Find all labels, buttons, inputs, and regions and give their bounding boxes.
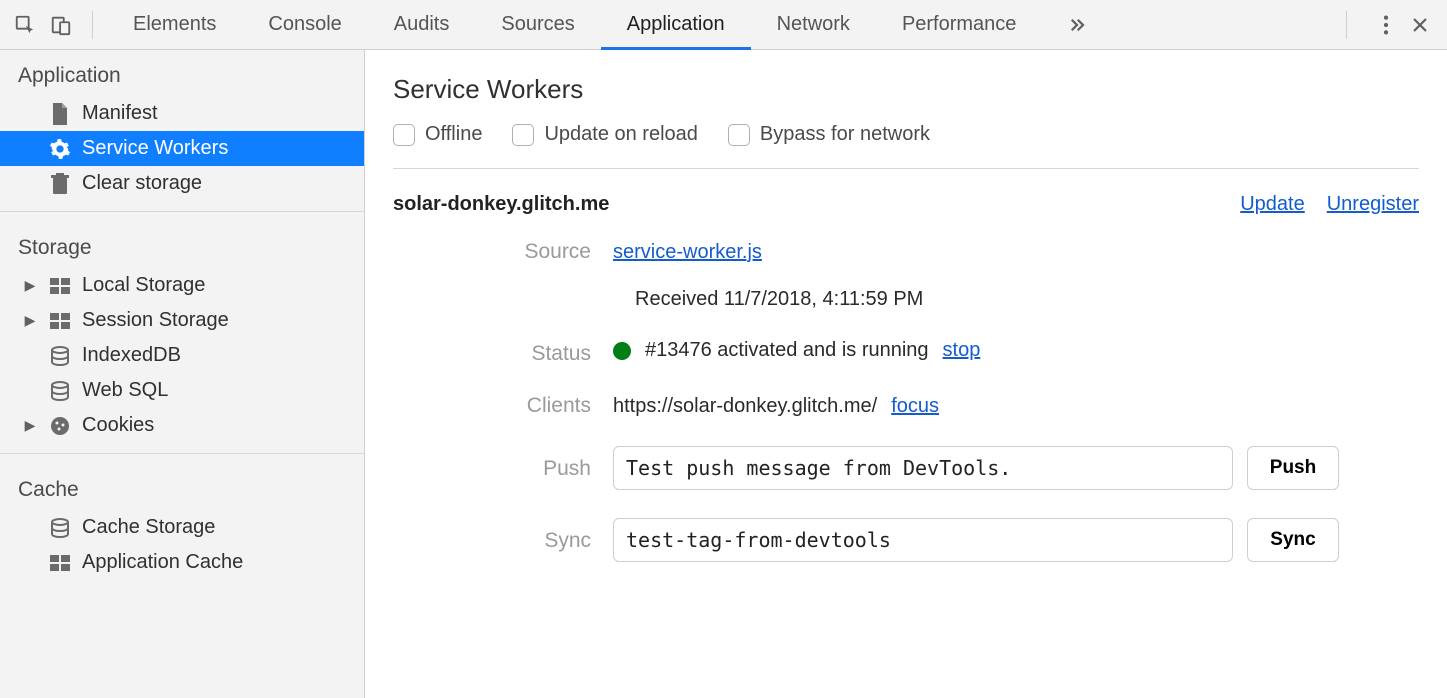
received-text: Received 11/7/2018, 4:11:59 PM [393,288,1419,311]
grid-icon [48,278,72,294]
clients-label: Clients [393,394,613,418]
close-icon[interactable] [1411,16,1429,34]
divider [92,11,93,39]
sidebar-item-application-cache[interactable]: ▶ Application Cache [0,545,364,580]
sidebar-item-websql[interactable]: ▶ Web SQL [0,373,364,408]
focus-link[interactable]: focus [891,395,939,418]
sidebar-item-cookies[interactable]: ▶ Cookies [0,408,364,443]
kebab-menu-icon[interactable] [1383,14,1389,36]
sidebar-item-service-workers[interactable]: ▶ Service Workers [0,131,364,166]
file-icon [48,103,72,125]
caret-right-icon: ▶ [22,417,38,434]
push-button[interactable]: Push [1247,446,1339,490]
sync-button[interactable]: Sync [1247,518,1339,562]
sidebar-item-indexeddb[interactable]: ▶ IndexedDB [0,338,364,373]
gear-icon [48,138,72,160]
push-input[interactable] [613,446,1233,490]
sync-label: Sync [393,529,613,553]
update-on-reload-checkbox[interactable]: Update on reload [512,123,697,146]
tab-overflow[interactable] [1042,0,1112,49]
status-text: #13476 activated and is running [645,339,929,362]
chevron-right-double-icon [1068,16,1086,34]
caret-right-icon: ▶ [22,312,38,329]
sidebar-item-manifest[interactable]: ▶ Manifest [0,96,364,131]
client-url: https://solar-donkey.glitch.me/ [613,395,877,418]
sw-global-options: Offline Update on reload Bypass for netw… [393,123,1419,169]
service-workers-pane: Service Workers Offline Update on reload… [365,50,1447,698]
tab-elements[interactable]: Elements [107,0,242,49]
status-label: Status [393,342,613,366]
pane-title: Service Workers [393,74,1419,105]
tab-sources[interactable]: Sources [475,0,600,49]
cookie-icon [48,416,72,436]
tab-performance[interactable]: Performance [876,0,1043,49]
sidebar-item-clear-storage[interactable]: ▶ Clear storage [0,166,364,201]
sync-input[interactable] [613,518,1233,562]
sidebar-section-cache: Cache [0,464,364,510]
source-file-link[interactable]: service-worker.js [613,241,762,264]
tab-network[interactable]: Network [751,0,876,49]
devtools-tabbar: Elements Console Audits Sources Applicat… [0,0,1447,50]
caret-right-icon: ▶ [22,277,38,294]
sidebar-section-application: Application [0,50,364,96]
unregister-link[interactable]: Unregister [1327,193,1419,216]
offline-checkbox[interactable]: Offline [393,123,482,146]
tab-audits[interactable]: Audits [368,0,476,49]
tab-application[interactable]: Application [601,0,751,49]
divider [1346,11,1347,39]
sidebar-item-local-storage[interactable]: ▶ Local Storage [0,268,364,303]
database-icon [48,518,72,538]
sw-origin: solar-donkey.glitch.me [393,193,1240,216]
sidebar-section-storage: Storage [0,222,364,268]
sidebar-item-session-storage[interactable]: ▶ Session Storage [0,303,364,338]
application-sidebar: Application ▶ Manifest ▶ Service Workers… [0,50,365,698]
sidebar-item-cache-storage[interactable]: ▶ Cache Storage [0,510,364,545]
tab-console[interactable]: Console [242,0,367,49]
push-label: Push [393,457,613,481]
trash-icon [48,173,72,195]
inspect-icon[interactable] [14,14,36,36]
device-toolbar-icon[interactable] [50,14,72,36]
database-icon [48,346,72,366]
grid-icon [48,313,72,329]
grid-icon [48,555,72,571]
database-icon [48,381,72,401]
bypass-network-checkbox[interactable]: Bypass for network [728,123,930,146]
stop-link[interactable]: stop [943,339,981,362]
source-label: Source [393,240,613,264]
status-dot-icon [613,342,631,360]
update-link[interactable]: Update [1240,193,1305,216]
